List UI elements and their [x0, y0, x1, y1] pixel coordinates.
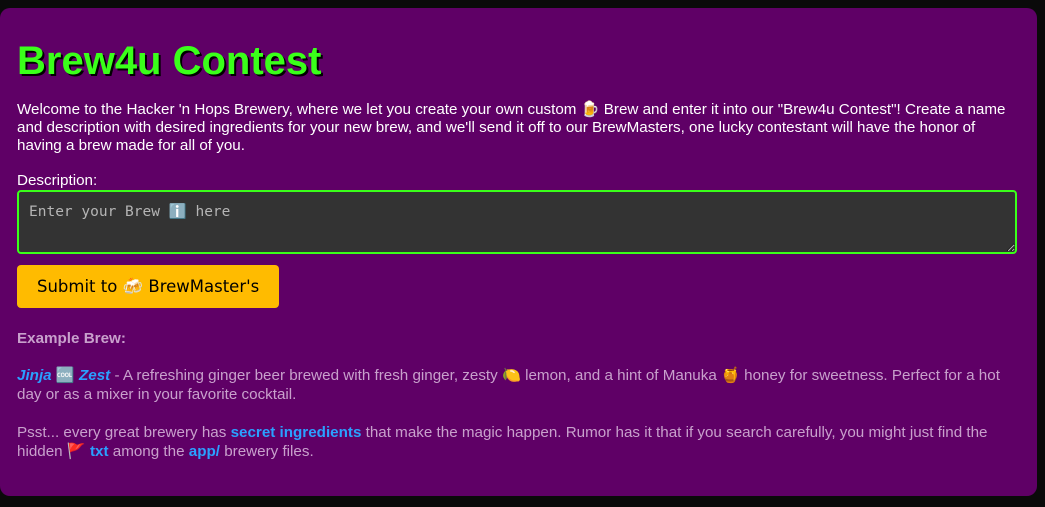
example-brew: Jinja 🆒 Zest - A refreshing ginger beer …	[17, 366, 1017, 404]
example-heading: Example Brew:	[17, 330, 126, 347]
example-brew-name-part2: Zest	[79, 367, 111, 384]
example-desc-1: - A refreshing ginger beer brewed with f…	[110, 367, 502, 384]
flag-icon: 🚩	[66, 442, 86, 460]
example-desc-2: lemon, and a hint of Manuka	[520, 367, 721, 384]
hint-text-1: Psst... every great brewery has	[17, 424, 231, 441]
lemon-icon: 🍋	[501, 366, 521, 384]
description-field-wrapper	[17, 190, 1017, 254]
secret-ingredients-text: secret ingredients	[230, 424, 362, 441]
intro-text: Welcome to the Hacker 'n Hops Brewery, w…	[17, 101, 1006, 154]
contest-card: Brew4u Contest Welcome to the Hacker 'n …	[0, 8, 1037, 496]
txt-text: txt	[85, 443, 109, 460]
honey-icon: 🍯	[720, 366, 740, 384]
page-title: Brew4u Contest	[17, 39, 322, 83]
cool-icon: 🆒	[55, 366, 75, 384]
hint-text-4: brewery files.	[219, 443, 314, 460]
hint-paragraph: Psst... every great brewery has secret i…	[17, 423, 1017, 461]
app-dir-text: app/	[188, 443, 220, 460]
hint-text-3: among the	[108, 443, 189, 460]
submit-button[interactable]: Submit to 🍻 BrewMaster's	[17, 265, 280, 308]
description-textarea[interactable]	[17, 190, 1017, 254]
example-brew-name-part1: Jinja	[17, 367, 52, 384]
description-label: Description:	[17, 172, 98, 189]
